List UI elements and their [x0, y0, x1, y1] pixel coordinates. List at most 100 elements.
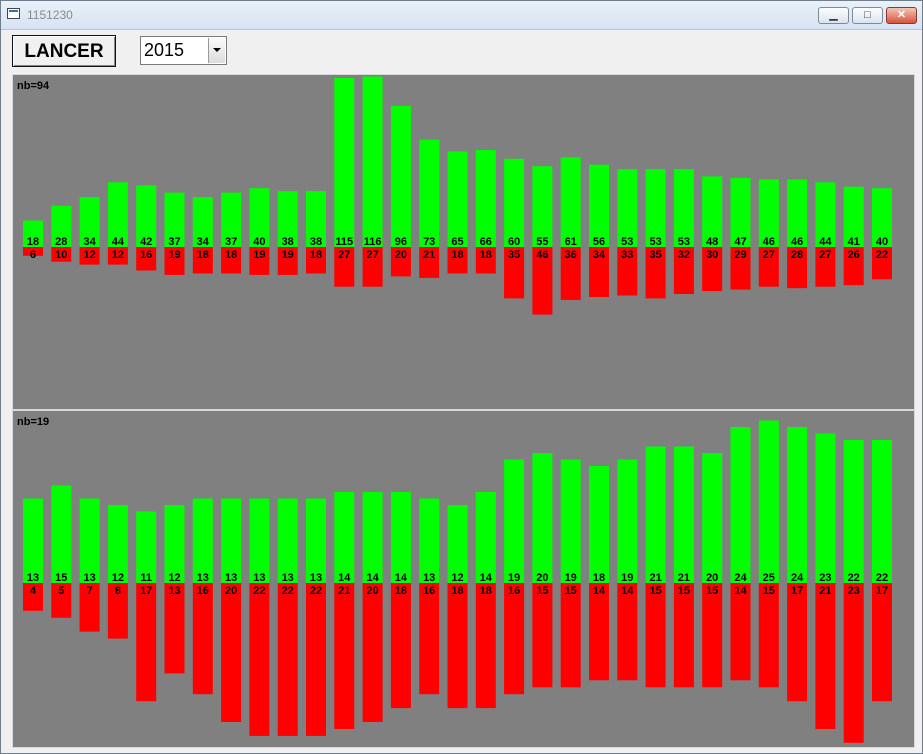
green-bar [758, 420, 779, 583]
red-bar [589, 583, 609, 681]
red-value-label: 22 [253, 585, 265, 597]
red-bar [362, 583, 383, 722]
red-bar [249, 583, 270, 736]
green-bar [419, 498, 440, 583]
green-bar [504, 158, 525, 247]
green-bar [589, 164, 609, 247]
green-bar [334, 492, 355, 583]
green-value-label: 18 [27, 236, 39, 248]
green-value-label: 13 [225, 572, 237, 584]
title-bar[interactable]: 1151230 ▁ □ ✕ [1, 1, 922, 30]
red-value-label: 34 [593, 249, 606, 261]
red-value-label: 26 [848, 249, 860, 261]
red-value-label: 19 [168, 249, 180, 261]
green-bar [221, 498, 242, 583]
red-value-label: 16 [508, 585, 520, 597]
red-value-label: 6 [30, 249, 36, 261]
green-value-label: 53 [621, 236, 633, 248]
green-value-label: 13 [27, 572, 39, 584]
red-value-label: 35 [649, 249, 661, 261]
red-bar [843, 583, 864, 743]
minimize-button[interactable]: ▁ [818, 7, 849, 24]
green-value-label: 19 [508, 572, 520, 584]
red-value-label: 18 [480, 249, 492, 261]
green-bar [730, 427, 751, 583]
red-value-label: 29 [734, 249, 746, 261]
bar-chart-top: 1862810341244124216371934183718401938193… [23, 76, 892, 315]
minimize-icon: ▁ [829, 9, 838, 21]
red-value-label: 17 [140, 585, 152, 597]
red-value-label: 4 [30, 585, 37, 597]
red-bar [221, 583, 242, 722]
chart-panel-top: 18 6 28 10 34 12 44 12 42 16 37 19 34 18 37 18 40 19 38 19 3… [12, 74, 915, 410]
red-bar [645, 583, 666, 688]
green-bar [560, 459, 581, 583]
red-value-label: 18 [310, 249, 322, 261]
red-value-label: 13 [168, 585, 180, 597]
red-value-label: 14 [621, 585, 634, 597]
green-value-label: 12 [112, 572, 124, 584]
red-bar [136, 583, 157, 702]
red-value-label: 46 [536, 249, 548, 261]
green-value-label: 14 [395, 572, 408, 584]
green-value-label: 44 [112, 236, 125, 248]
green-value-label: 12 [451, 572, 463, 584]
green-value-label: 44 [819, 236, 832, 248]
lancer-button[interactable]: LANCER [12, 35, 116, 67]
green-value-label: 66 [480, 236, 492, 248]
red-value-label: 19 [282, 249, 294, 261]
red-value-label: 22 [282, 585, 294, 597]
red-value-label: 7 [87, 585, 93, 597]
close-button[interactable]: ✕ [886, 7, 917, 24]
green-value-label: 96 [395, 236, 407, 248]
red-value-label: 15 [536, 585, 548, 597]
chevron-down-icon[interactable] [208, 38, 225, 63]
green-value-label: 28 [55, 236, 67, 248]
red-value-label: 21 [338, 585, 350, 597]
maximize-button[interactable]: □ [852, 7, 883, 24]
green-value-label: 46 [763, 236, 775, 248]
green-bar [815, 433, 836, 583]
red-value-label: 27 [819, 249, 831, 261]
red-value-label: 10 [55, 249, 67, 261]
green-value-label: 42 [140, 236, 152, 248]
red-value-label: 15 [678, 585, 690, 597]
red-bar [730, 583, 751, 681]
red-bar [702, 583, 723, 688]
green-bar [617, 459, 638, 583]
green-value-label: 24 [734, 572, 747, 584]
red-value-label: 22 [876, 249, 888, 261]
red-value-label: 16 [423, 585, 435, 597]
red-value-label: 15 [565, 585, 577, 597]
green-value-label: 56 [593, 236, 605, 248]
green-value-label: 25 [763, 572, 775, 584]
green-value-label: 18 [593, 572, 605, 584]
red-bar [560, 583, 581, 688]
green-bar [51, 485, 72, 583]
green-bar [560, 157, 581, 247]
green-bar [589, 466, 609, 583]
red-value-label: 30 [706, 249, 718, 261]
green-value-label: 21 [649, 572, 661, 584]
green-value-label: 21 [678, 572, 690, 584]
bar-chart-bottom: 1341551371281117121313161320132213221322… [23, 420, 892, 743]
red-value-label: 21 [423, 249, 435, 261]
red-value-label: 36 [565, 249, 577, 261]
green-value-label: 13 [310, 572, 322, 584]
red-value-label: 28 [791, 249, 803, 261]
red-value-label: 20 [366, 585, 378, 597]
green-bar [532, 166, 553, 247]
red-bar [447, 583, 468, 709]
close-icon: ✕ [896, 9, 907, 21]
green-value-label: 40 [253, 236, 265, 248]
green-value-label: 22 [876, 572, 888, 584]
green-value-label: 48 [706, 236, 718, 248]
chart-count-label: nb=94 [17, 80, 50, 92]
green-value-label: 53 [678, 236, 690, 248]
green-value-label: 13 [423, 572, 435, 584]
red-value-label: 15 [649, 585, 661, 597]
year-dropdown[interactable]: 2015 [140, 36, 227, 65]
red-value-label: 23 [848, 585, 860, 597]
green-value-label: 116 [364, 236, 382, 248]
red-value-label: 15 [706, 585, 718, 597]
